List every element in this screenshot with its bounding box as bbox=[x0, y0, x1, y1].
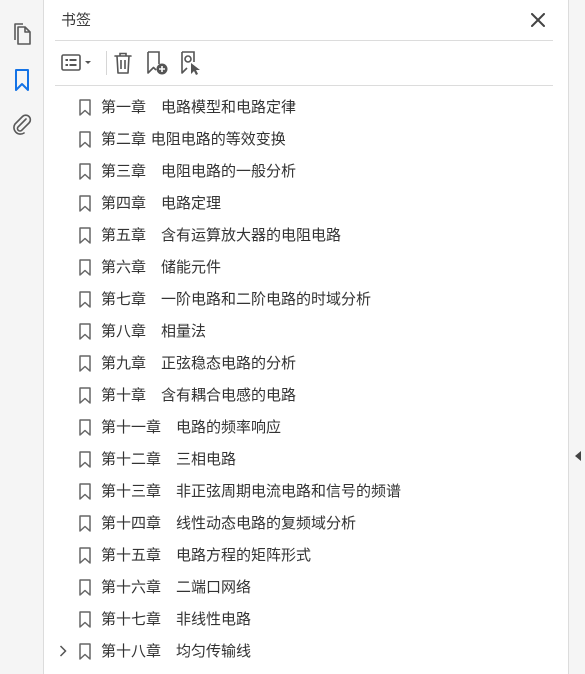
bookmark-from-structure-icon[interactable] bbox=[177, 49, 205, 77]
bookmark-icon bbox=[78, 291, 92, 308]
bookmark-icon bbox=[78, 163, 92, 180]
bookmark-item[interactable]: 第十一章 电路的频率响应 bbox=[45, 411, 568, 443]
bookmark-list: 第一章 电路模型和电路定律 第二章 电阻电路的等效变换 第三章 电阻电路的一般分析第… bbox=[45, 91, 568, 667]
bookmark-icon[interactable] bbox=[8, 66, 36, 94]
new-bookmark-icon[interactable] bbox=[143, 49, 171, 77]
bookmark-item[interactable]: 第五章 含有运算放大器的电阻电路 bbox=[45, 219, 568, 251]
bookmark-icon bbox=[78, 643, 92, 660]
bookmark-label: 第十五章 电路方程的矩阵形式 bbox=[101, 546, 312, 564]
bookmark-label: 第五章 含有运算放大器的电阻电路 bbox=[101, 226, 342, 244]
paperclip-icon[interactable] bbox=[8, 111, 36, 139]
bookmark-item[interactable]: 第一章 电路模型和电路定律 bbox=[45, 91, 568, 123]
bookmark-icon bbox=[78, 195, 92, 212]
options-menu-icon[interactable] bbox=[59, 49, 97, 77]
bookmark-item[interactable]: 第十四章 线性动态电路的复频域分析 bbox=[45, 507, 568, 539]
bookmark-item[interactable]: 第十三章 非正弦周期电流电路和信号的频谱 bbox=[45, 475, 568, 507]
bookmark-icon bbox=[78, 483, 92, 500]
bookmark-label: 第十七章 非线性电路 bbox=[101, 610, 252, 628]
delete-bookmark-icon[interactable] bbox=[110, 49, 136, 77]
bookmark-icon bbox=[78, 515, 92, 532]
close-icon[interactable] bbox=[527, 9, 549, 31]
bookmark-icon bbox=[78, 99, 92, 116]
bookmarks-panel: 书签 第一章 电路模型和电路定律 第二章 电阻电路的等效变换 第三章 电阻电路的… bbox=[45, 0, 568, 674]
divider bbox=[55, 85, 553, 86]
bookmark-label: 第十二章 三相电路 bbox=[101, 450, 237, 468]
bookmark-label: 第三章 电阻电路的一般分析 bbox=[101, 162, 297, 180]
bookmark-icon bbox=[78, 387, 92, 404]
bookmark-icon bbox=[78, 451, 92, 468]
bookmark-label: 第十一章 电路的频率响应 bbox=[101, 418, 282, 436]
navigation-rail bbox=[0, 0, 44, 674]
divider bbox=[55, 40, 553, 41]
collapse-arrow-icon[interactable] bbox=[572, 448, 584, 464]
bookmarks-toolbar bbox=[57, 46, 547, 80]
bookmark-label: 第十八章 均匀传输线 bbox=[101, 642, 252, 660]
bookmark-item[interactable]: 第十七章 非线性电路 bbox=[45, 603, 568, 635]
toolbar-separator bbox=[106, 51, 107, 75]
bookmark-icon bbox=[78, 131, 92, 148]
bookmark-item[interactable]: 第七章 一阶电路和二阶电路的时域分析 bbox=[45, 283, 568, 315]
bookmark-item[interactable]: 第二章 电阻电路的等效变换 bbox=[45, 123, 568, 155]
panel-title: 书签 bbox=[61, 11, 92, 29]
bookmark-label: 第二章 电阻电路的等效变换 bbox=[101, 130, 286, 148]
bookmark-icon bbox=[78, 579, 92, 596]
bookmark-icon bbox=[78, 611, 92, 628]
bookmark-icon bbox=[78, 227, 92, 244]
bookmark-item[interactable]: 第九章 正弦稳态电路的分析 bbox=[45, 347, 568, 379]
chevron-right-icon[interactable] bbox=[55, 635, 71, 667]
bookmark-label: 第九章 正弦稳态电路的分析 bbox=[101, 354, 297, 372]
bookmark-icon bbox=[78, 323, 92, 340]
bookmark-item[interactable]: 第十二章 三相电路 bbox=[45, 443, 568, 475]
bookmark-icon bbox=[78, 547, 92, 564]
bookmark-label: 第七章 一阶电路和二阶电路的时域分析 bbox=[101, 290, 372, 308]
bookmark-item[interactable]: 第六章 储能元件 bbox=[45, 251, 568, 283]
bookmark-item[interactable]: 第十六章 二端口网络 bbox=[45, 571, 568, 603]
bookmark-item[interactable]: 第四章 电路定理 bbox=[45, 187, 568, 219]
bookmark-icon bbox=[78, 259, 92, 276]
bookmark-item[interactable]: 第十章 含有耦合电感的电路 bbox=[45, 379, 568, 411]
bookmark-item[interactable]: 第三章 电阻电路的一般分析 bbox=[45, 155, 568, 187]
bookmark-label: 第十三章 非正弦周期电流电路和信号的频谱 bbox=[101, 482, 402, 500]
bookmark-item[interactable]: 第十八章 均匀传输线 bbox=[45, 635, 568, 667]
document-pane-edge bbox=[568, 0, 585, 674]
bookmark-icon bbox=[78, 419, 92, 436]
bookmark-label: 第一章 电路模型和电路定律 bbox=[101, 98, 297, 116]
bookmark-label: 第八章 相量法 bbox=[101, 322, 207, 340]
bookmark-label: 第十六章 二端口网络 bbox=[101, 578, 252, 596]
bookmark-label: 第六章 储能元件 bbox=[101, 258, 222, 276]
bookmark-label: 第四章 电路定理 bbox=[101, 194, 222, 212]
bookmark-label: 第十章 含有耦合电感的电路 bbox=[101, 386, 297, 404]
bookmark-item[interactable]: 第十五章 电路方程的矩阵形式 bbox=[45, 539, 568, 571]
bookmark-icon bbox=[78, 355, 92, 372]
bookmark-label: 第十四章 线性动态电路的复频域分析 bbox=[101, 514, 357, 532]
bookmark-item[interactable]: 第八章 相量法 bbox=[45, 315, 568, 347]
pages-icon[interactable] bbox=[8, 20, 36, 48]
